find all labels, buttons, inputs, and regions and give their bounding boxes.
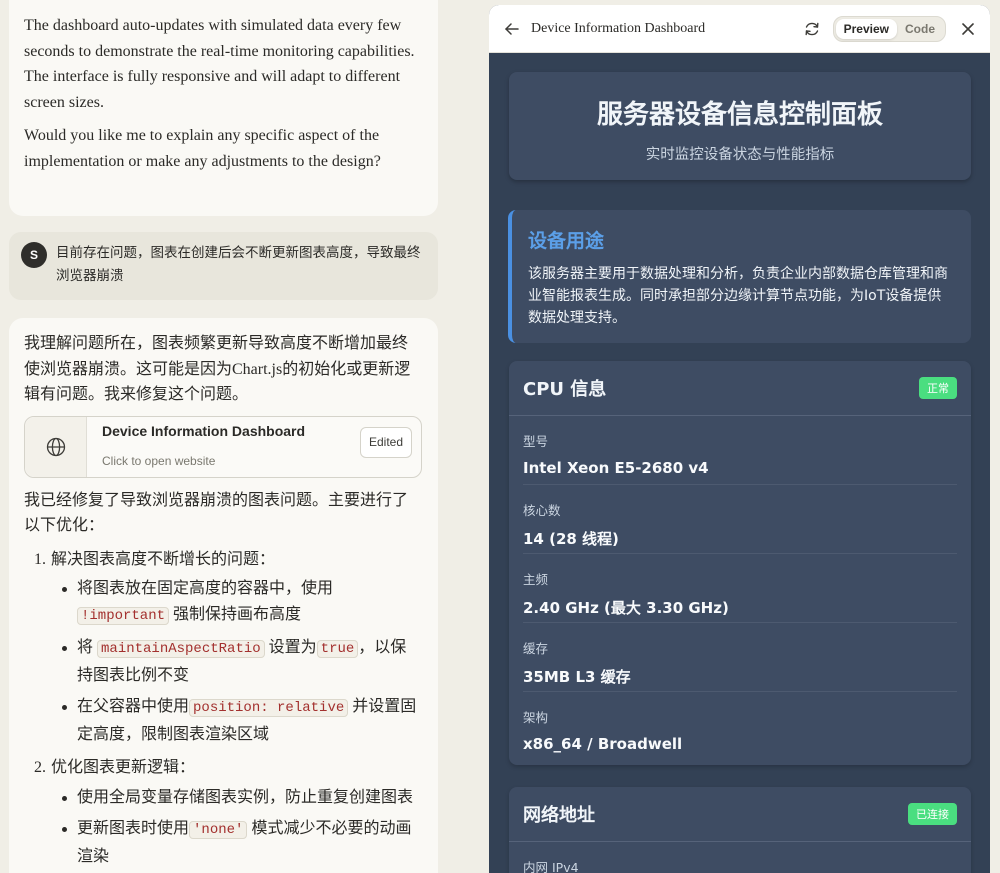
info-row: 核心数 14 (28 线程) [523, 485, 957, 554]
close-icon[interactable] [960, 21, 976, 37]
info-value: Intel Xeon E5-2680 v4 [523, 459, 709, 477]
message-paragraph: Would you like me to explain any specifi… [24, 127, 381, 170]
info-label: 核心数 [523, 503, 561, 518]
inline-code: true [316, 640, 359, 658]
inline-code: position: relative [189, 699, 349, 717]
list-number: 2. [34, 759, 46, 776]
info-row: 型号 Intel Xeon E5-2680 v4 [523, 416, 957, 485]
list-item: 使用全局变量存储图表实例，防止重复创建图表 [62, 785, 422, 811]
user-message: S 目前存在问题，图表在创建后会不断更新图表高度，导致最终浏览器崩溃 [9, 232, 438, 300]
list-item: 将图表放在固定高度的容器中，使用 !important 强制保持画布高度 [62, 576, 422, 629]
panel-title: Device Information Dashboard [531, 20, 706, 36]
text: 将 [77, 639, 94, 656]
info-label: 型号 [523, 434, 549, 449]
info-label: 内网 IPv4 [523, 860, 579, 873]
info-label: 缓存 [523, 641, 549, 656]
inline-code: maintainAspectRatio [97, 640, 265, 658]
arrow-left-icon[interactable] [503, 20, 521, 38]
card-header: CPU 信息 正常 [509, 361, 971, 416]
refresh-icon[interactable] [803, 20, 821, 38]
purpose-card: 设备用途 该服务器主要用于数据处理和分析，负责企业内部数据仓库管理和商业智能报表… [508, 210, 971, 343]
network-card: 网络地址 已连接 内网 IPv4 [509, 787, 971, 873]
user-message-text: 目前存在问题，图表在创建后会不断更新图表高度，导致最终浏览器崩溃 [56, 245, 421, 284]
card-title: CPU 信息 [523, 379, 607, 400]
card-title: 网络地址 [523, 805, 595, 826]
dashboard-header: 服务器设备信息控制面板 实时监控设备状态与性能指标 [509, 72, 971, 180]
artifact-title: Device Information Dashboard [102, 422, 306, 439]
info-row: 缓存 35MB L3 缓存 [523, 623, 957, 692]
list-item: 1. 解决图表高度不断增长的问题： 将图表放在固定高度的容器中，使用 !import… [34, 547, 422, 748]
message-paragraph: 我已经修复了导致浏览器崩溃的图表问题。主要进行了以下优化： [24, 491, 409, 535]
info-value: 14 (28 线程) [523, 530, 619, 548]
artifact-panel: Device Information Dashboard Preview Cod… [489, 5, 990, 873]
dashboard-title: 服务器设备信息控制面板 [596, 100, 883, 130]
text: 更新图表时使用 [77, 820, 190, 837]
avatar: S [21, 242, 47, 268]
purpose-title: 设备用途 [528, 230, 605, 252]
list-item-title: 优化图表更新逻辑： [51, 759, 196, 776]
info-value: x86_64 / Broadwell [523, 735, 683, 753]
globe-icon [25, 416, 87, 477]
artifact-card[interactable]: Device Information Dashboard Click to op… [24, 415, 422, 478]
dashboard-subtitle: 实时监控设备状态与性能指标 [645, 147, 835, 163]
list-item-title: 解决图表高度不断增长的问题： [51, 550, 276, 568]
status-badge: 正常 [919, 377, 957, 399]
info-row: 内网 IPv4 [523, 842, 957, 873]
info-rows: 内网 IPv4 [509, 842, 971, 873]
inline-code: 'none' [189, 821, 248, 839]
cpu-card: CPU 信息 正常 型号 Intel Xeon E5-2680 v4 核心数 1… [509, 361, 971, 765]
view-toggle: Preview Code [832, 15, 946, 42]
text: 在父容器中使用 [77, 698, 190, 715]
list-number: 1. [34, 550, 46, 568]
tab-preview[interactable]: Preview [835, 18, 897, 39]
info-value: 2.40 GHz (最大 3.30 GHz) [523, 599, 729, 617]
assistant-message: 我理解问题所在，图表频繁更新导致高度不断增加最终使浏览器崩溃。这可能是因为Cha… [9, 318, 438, 873]
message-paragraph: 我理解问题所在，图表频繁更新导致高度不断增加最终使浏览器崩溃。这可能是因为Cha… [24, 335, 411, 403]
list-item: 在父容器中使用 position: relative 并设置固定高度，限制图表渲染… [62, 694, 422, 747]
panel-header: Device Information Dashboard Preview Cod… [489, 5, 990, 53]
sub-list: 使用全局变量存储图表实例，防止重复创建图表 更新图表时使用'none' 模式减少… [62, 785, 422, 870]
assistant-message-previous: The dashboard auto-updates with simulate… [9, 0, 438, 216]
info-label: 主频 [523, 572, 549, 587]
info-value: 35MB L3 缓存 [523, 668, 631, 686]
list-item: 将 maintainAspectRatio 设置为 true ，以保持图表比例不变 [62, 635, 422, 688]
text: 设置为 [268, 639, 317, 656]
card-header: 网络地址 已连接 [509, 787, 971, 842]
status-badge: 已连接 [908, 803, 957, 825]
text: 强制保持画布高度 [173, 605, 302, 623]
info-row: 主频 2.40 GHz (最大 3.30 GHz) [523, 554, 957, 623]
info-rows: 型号 Intel Xeon E5-2680 v4 核心数 14 (28 线程) … [509, 416, 971, 761]
artifact-subtitle: Click to open website [102, 454, 216, 468]
purpose-text: 该服务器主要用于数据处理和分析，负责企业内部数据仓库管理和商业智能报表生成。同时… [528, 266, 948, 326]
info-row: 架构 x86_64 / Broadwell [523, 692, 957, 761]
inline-code: !important [77, 606, 170, 625]
message-paragraph: The dashboard auto-updates with simulate… [24, 17, 415, 111]
sub-list: 将图表放在固定高度的容器中，使用 !important 强制保持画布高度 将 ma… [62, 576, 422, 747]
info-label: 架构 [523, 710, 549, 725]
tab-code[interactable]: Code [897, 19, 943, 39]
text: 将图表放在固定高度的容器中，使用 [77, 580, 334, 597]
list-item: 2. 优化图表更新逻辑： 使用全局变量存储图表实例，防止重复创建图表 更新图表时使… [34, 755, 422, 869]
chat-column: The dashboard auto-updates with simulate… [0, 0, 448, 873]
edited-badge: Edited [359, 426, 412, 458]
fix-list: 1. 解决图表高度不断增长的问题： 将图表放在固定高度的容器中，使用 !import… [34, 547, 422, 870]
list-item: 更新图表时使用'none' 模式减少不必要的动画渲染 [62, 816, 422, 869]
